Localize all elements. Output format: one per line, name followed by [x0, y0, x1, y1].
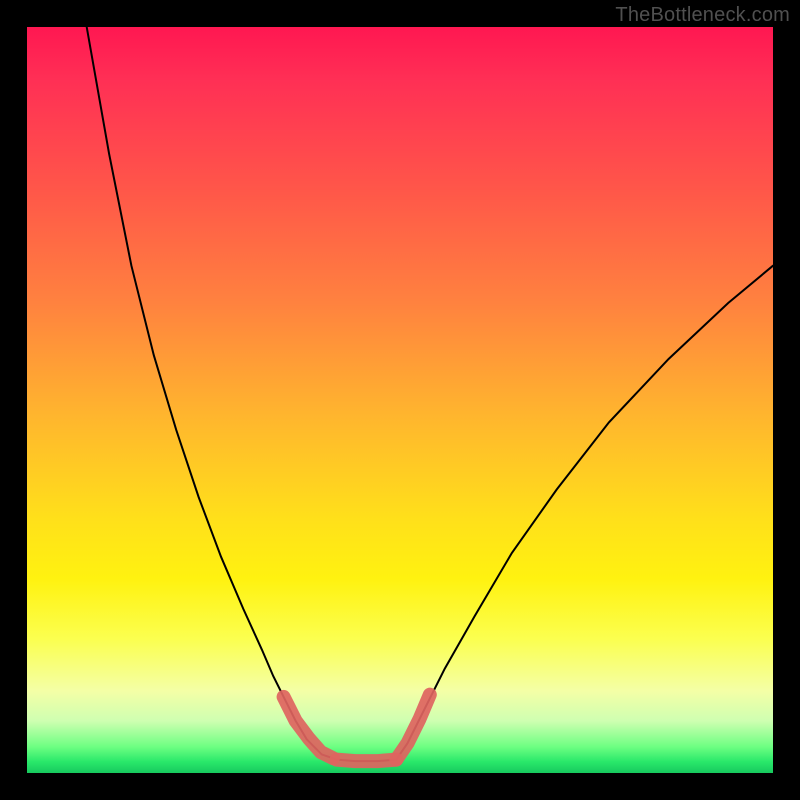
plot-area	[27, 27, 773, 773]
left-branch-line	[87, 27, 337, 760]
chart-svg	[27, 27, 773, 773]
bottom-highlight	[337, 760, 397, 762]
right-branch-line	[396, 266, 773, 760]
left-highlight	[284, 697, 333, 758]
frame: TheBottleneck.com	[0, 0, 800, 800]
right-highlight	[396, 695, 430, 760]
attribution-text: TheBottleneck.com	[615, 4, 790, 27]
